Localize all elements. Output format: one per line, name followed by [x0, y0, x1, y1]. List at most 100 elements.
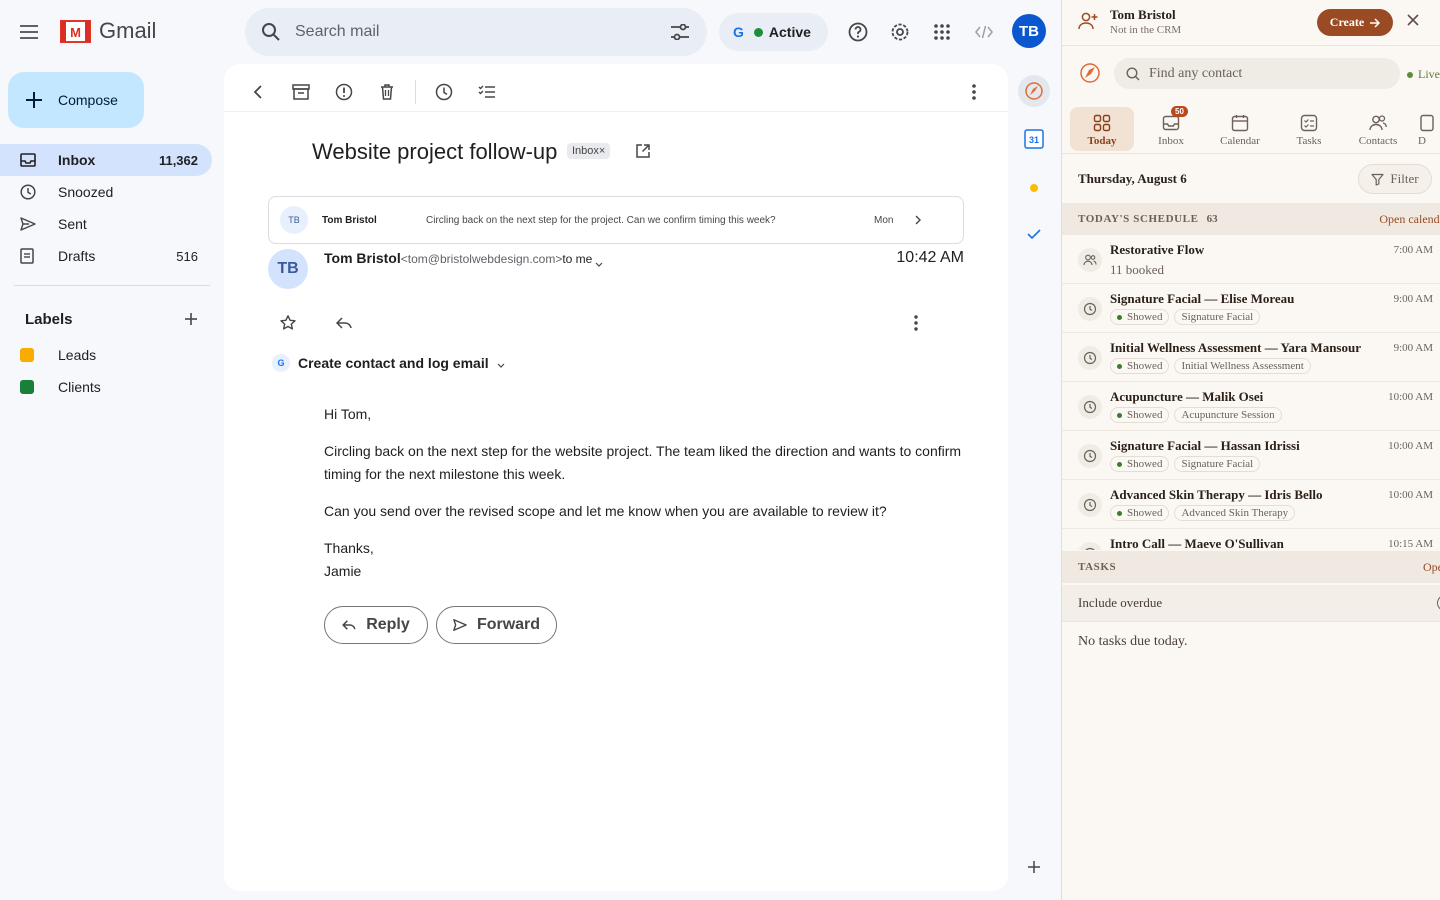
- tab-inbox[interactable]: 50 Inbox: [1140, 106, 1202, 151]
- panel-date: Thursday, August 6: [1078, 171, 1187, 186]
- contact-search-input[interactable]: [1149, 65, 1379, 82]
- close-panel-button[interactable]: [1406, 13, 1420, 27]
- help-icon: [848, 22, 868, 42]
- archive-button[interactable]: [285, 76, 317, 108]
- reply-icon: [342, 620, 356, 630]
- schedule-item[interactable]: Signature Facial — Hassan Idrissi 10:00 …: [1062, 431, 1440, 480]
- compose-button[interactable]: Compose: [8, 72, 144, 128]
- service-chip: Initial Wellness Assessment: [1174, 358, 1311, 374]
- sender-avatar[interactable]: TB: [268, 249, 308, 289]
- collapsed-message[interactable]: TB Tom Bristol Circling back on the next…: [268, 196, 964, 244]
- label-clients[interactable]: Clients: [20, 379, 101, 395]
- clock-icon: [20, 184, 36, 200]
- appointment-title: Intro Call — Maeve O'Sullivan: [1110, 536, 1284, 550]
- chevron-down-icon[interactable]: [497, 363, 505, 369]
- crm-addon-button[interactable]: [1018, 75, 1050, 107]
- nav-inbox-count: 11,362: [158, 152, 198, 168]
- add-person-icon: [1078, 12, 1098, 30]
- open-tasks-link[interactable]: Open: [1423, 560, 1440, 575]
- create-contact-button[interactable]: Create: [1317, 9, 1393, 36]
- reply-label: Reply: [366, 616, 410, 633]
- schedule-item[interactable]: Signature Facial — Elise Moreau 9:00 AM …: [1062, 284, 1440, 333]
- settings-button[interactable]: [884, 16, 916, 48]
- schedule-item[interactable]: Intro Call — Maeve O'Sullivan 10:15 AM: [1062, 529, 1440, 550]
- search-icon[interactable]: [261, 22, 281, 42]
- star-button[interactable]: [276, 311, 300, 335]
- document-icon: [1420, 114, 1434, 132]
- open-new-window-button[interactable]: [636, 144, 650, 158]
- get-addons-button[interactable]: [1018, 851, 1050, 883]
- tab-calendar[interactable]: Calendar: [1208, 107, 1272, 151]
- toolbar-divider: [415, 80, 416, 104]
- appointment-time: 7:00 AM: [1393, 244, 1433, 256]
- tasks-icon: [1300, 114, 1318, 132]
- calendar-addon-button[interactable]: 31: [1018, 123, 1050, 155]
- report-spam-button[interactable]: [328, 76, 360, 108]
- send-icon: [453, 619, 467, 631]
- search-options-icon[interactable]: [671, 24, 689, 40]
- delete-button[interactable]: [371, 76, 403, 108]
- tab-more[interactable]: D: [1418, 107, 1440, 151]
- sender-name[interactable]: Tom Bristol: [324, 250, 401, 266]
- contact-status: Not in the CRM: [1110, 24, 1182, 36]
- nav-inbox[interactable]: Inbox 11,362: [0, 144, 212, 176]
- tasks-header: TASKS Open: [1062, 551, 1440, 583]
- contact-search[interactable]: [1114, 58, 1400, 89]
- clock-icon: [435, 83, 453, 101]
- message-header: Tom Bristol <tom@bristolwebdesign.com> t…: [324, 250, 604, 268]
- reply-icon: [336, 317, 352, 329]
- search-bar[interactable]: [245, 8, 707, 56]
- open-calendar-link[interactable]: Open calendar: [1379, 212, 1440, 227]
- label-leads[interactable]: Leads: [20, 347, 96, 363]
- nav-drafts[interactable]: Drafts 516: [0, 240, 212, 272]
- schedule-item[interactable]: Restorative Flow 7:00 AM 11 booked: [1062, 235, 1440, 284]
- create-label-button[interactable]: [182, 310, 200, 328]
- crm-g-icon: G: [272, 354, 290, 372]
- search-input[interactable]: [295, 23, 655, 41]
- gmail-logo[interactable]: M Gmail: [60, 18, 156, 44]
- add-to-tasks-button[interactable]: [471, 76, 503, 108]
- nav-snoozed-label: Snoozed: [58, 184, 114, 200]
- collapsed-date: Mon: [874, 214, 894, 226]
- nav-sent-label: Sent: [58, 216, 87, 232]
- tab-today[interactable]: Today: [1070, 107, 1134, 151]
- nav-snoozed[interactable]: Snoozed: [0, 176, 212, 208]
- back-button[interactable]: [242, 76, 274, 108]
- arrow-back-icon: [253, 85, 262, 99]
- status-selector[interactable]: G Active: [719, 13, 828, 51]
- plus-icon: [26, 92, 42, 108]
- account-avatar[interactable]: TB: [1012, 14, 1046, 48]
- nav-sent[interactable]: Sent: [0, 208, 212, 240]
- reply-icon-button[interactable]: [332, 311, 356, 335]
- chevron-down-icon[interactable]: [594, 260, 604, 268]
- dev-tools-button[interactable]: [968, 16, 1000, 48]
- forward-button[interactable]: Forward: [436, 606, 557, 644]
- forward-label: Forward: [476, 616, 541, 633]
- snooze-button[interactable]: [428, 76, 460, 108]
- clock-icon: [1078, 493, 1102, 517]
- keep-addon-button[interactable]: [1018, 172, 1050, 204]
- star-icon: [280, 315, 296, 330]
- appointment-time: 10:00 AM: [1388, 440, 1433, 452]
- tab-contacts[interactable]: Contacts: [1346, 107, 1410, 151]
- create-contact-action[interactable]: G Create contact and log email: [272, 354, 505, 372]
- tab-tasks[interactable]: Tasks: [1278, 107, 1340, 151]
- schedule-item[interactable]: Initial Wellness Assessment — Yara Manso…: [1062, 333, 1440, 382]
- filter-button[interactable]: Filter: [1358, 164, 1432, 194]
- include-overdue-label: Include overdue: [1078, 595, 1163, 610]
- app-name: Gmail: [99, 18, 157, 43]
- schedule-item[interactable]: Advanced Skin Therapy — Idris Bello 10:0…: [1062, 480, 1440, 529]
- reply-button[interactable]: Reply: [324, 606, 428, 644]
- tasks-addon-button[interactable]: [1018, 218, 1050, 250]
- support-button[interactable]: [842, 16, 874, 48]
- chevron-right-icon[interactable]: [915, 215, 922, 225]
- more-options-button[interactable]: [958, 76, 990, 108]
- toolbar-divider-line: [224, 111, 1008, 112]
- main-menu-button[interactable]: [12, 14, 48, 50]
- schedule-item[interactable]: Acupuncture — Malik Osei 10:00 AM Showed…: [1062, 382, 1440, 431]
- message-more-button[interactable]: [904, 311, 928, 335]
- include-overdue-toggle[interactable]: Include overdue: [1062, 585, 1440, 622]
- tab-label: Calendar: [1220, 135, 1260, 147]
- inbox-label-chip[interactable]: Inbox×: [567, 143, 611, 159]
- apps-button[interactable]: [926, 16, 958, 48]
